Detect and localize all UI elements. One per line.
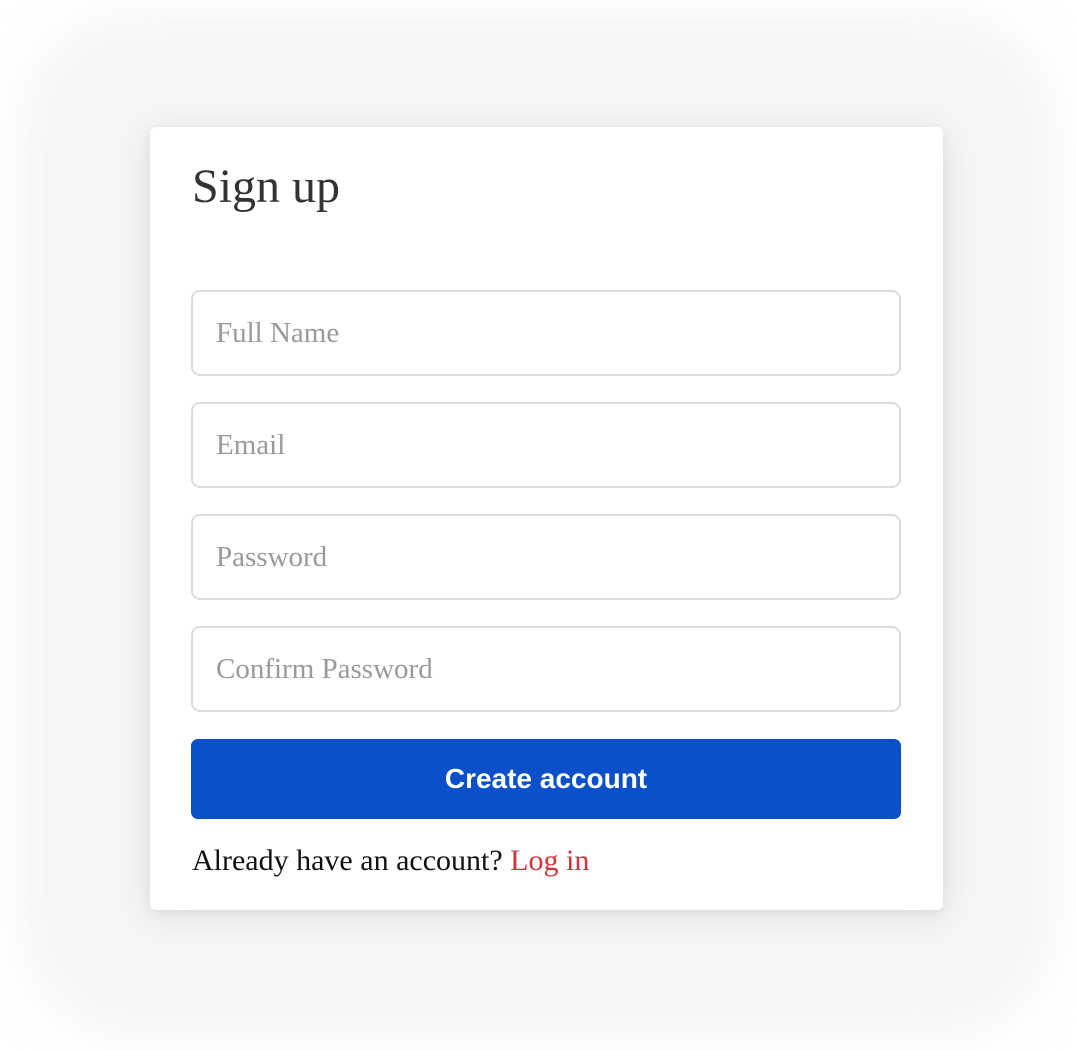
signup-card: Sign up Create account Already have an a…: [150, 127, 943, 910]
full-name-field[interactable]: [191, 290, 901, 376]
login-prompt: Already have an account? Log in: [192, 841, 589, 881]
create-account-button[interactable]: Create account: [191, 739, 901, 819]
confirm-password-field[interactable]: [191, 626, 901, 712]
login-prompt-text: Already have an account?: [192, 844, 503, 877]
email-field[interactable]: [191, 402, 901, 488]
login-link[interactable]: Log in: [510, 844, 589, 877]
page-title: Sign up: [192, 160, 341, 213]
password-field[interactable]: [191, 514, 901, 600]
